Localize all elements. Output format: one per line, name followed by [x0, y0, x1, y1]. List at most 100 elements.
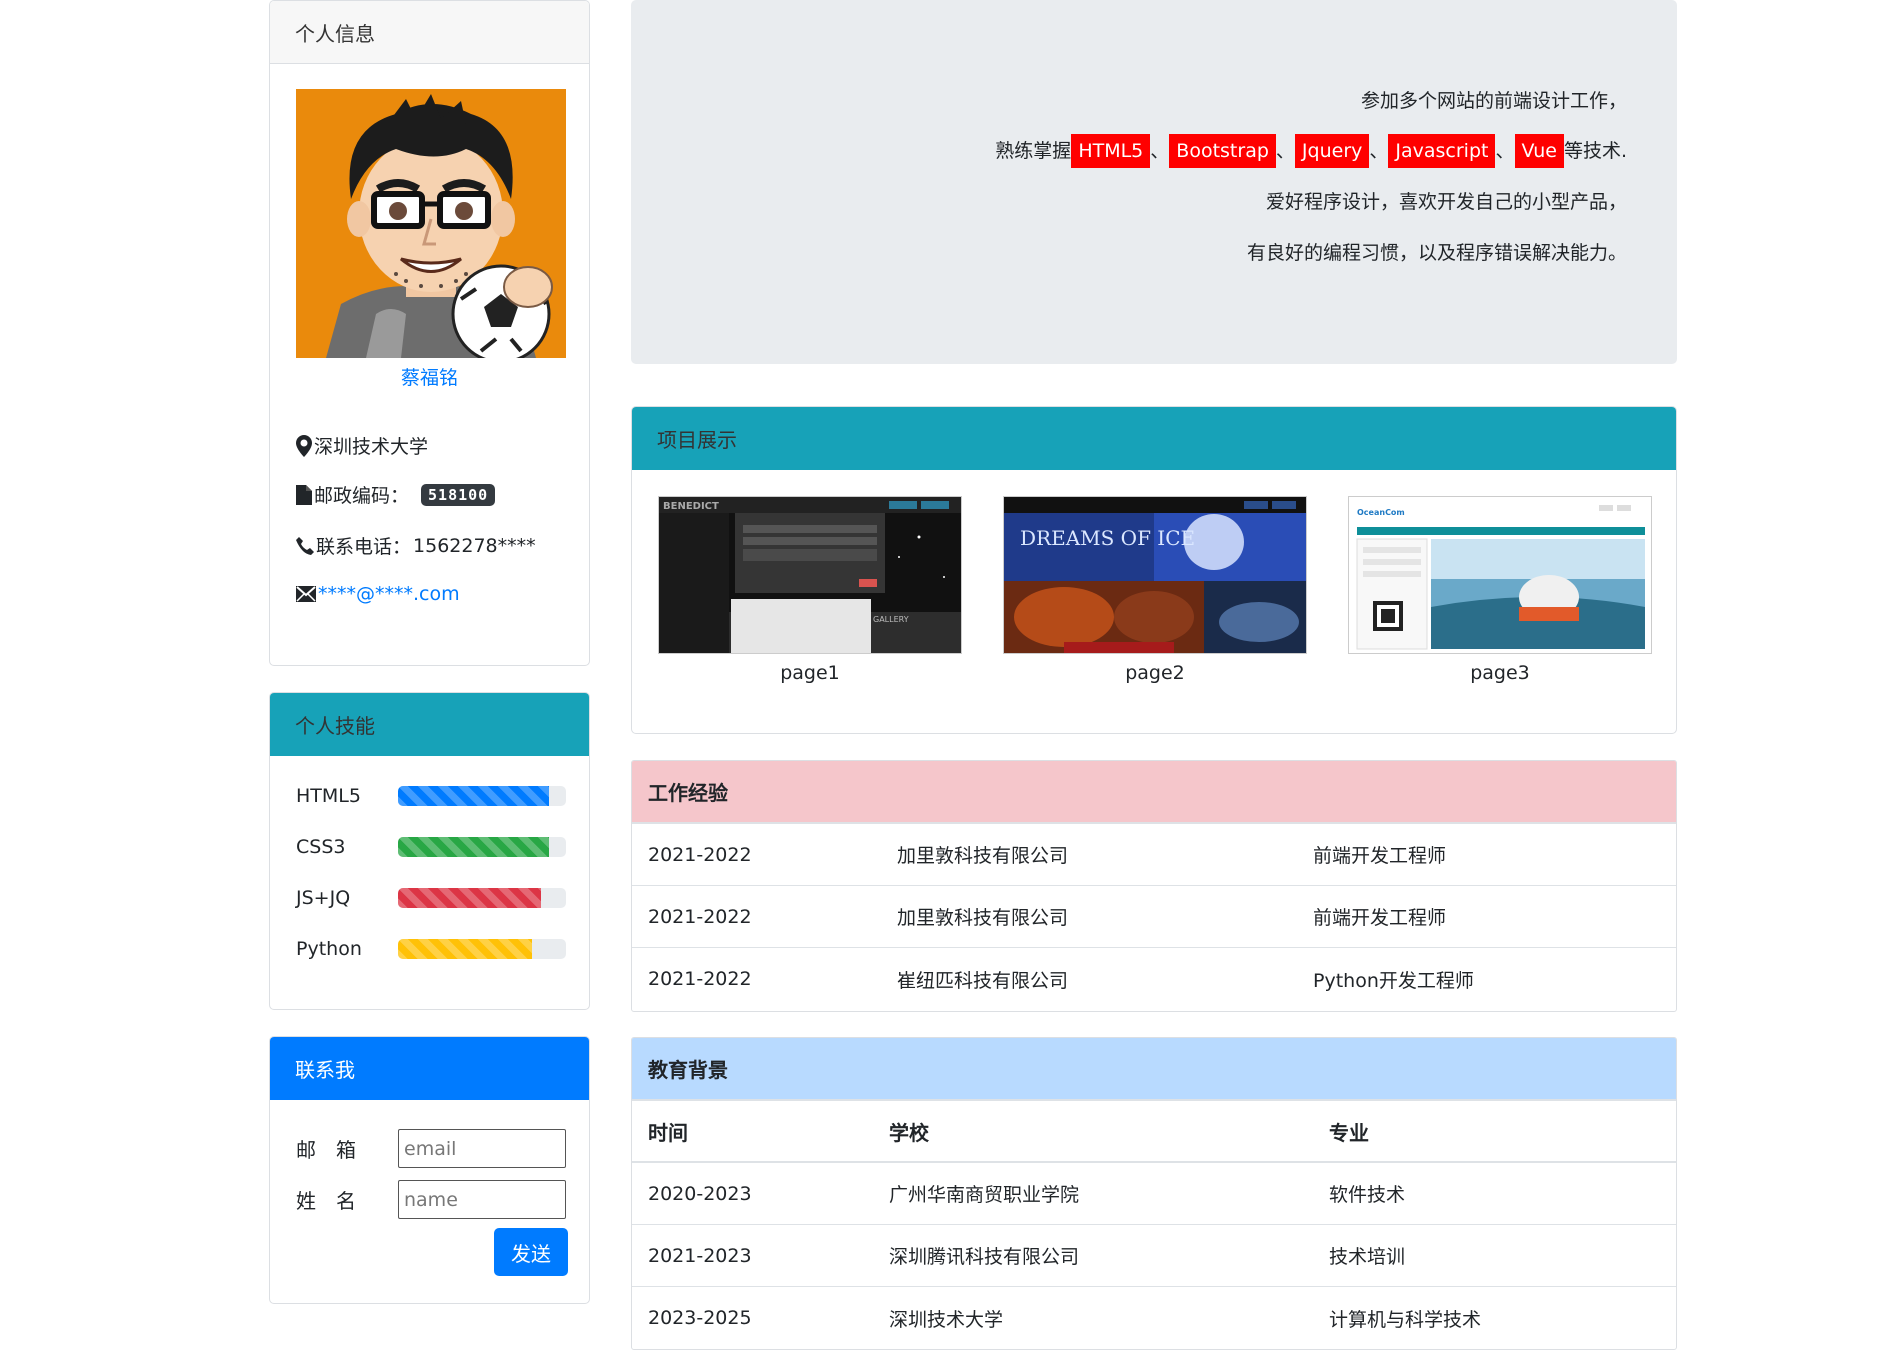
skill-row: CSS3	[296, 832, 566, 862]
edu-major: 计算机与科学技术	[1329, 1308, 1482, 1331]
table-row: 2021-2022 崔纽匹科技有限公司 Python开发工程师	[632, 948, 1676, 1010]
table-header-row: 时间 学校 专业	[632, 1101, 1676, 1163]
school-text: 深圳技术大学	[314, 436, 429, 458]
table-row: 2021-2022 加里敦科技有限公司 前端开发工程师	[632, 886, 1676, 948]
email-input[interactable]	[398, 1129, 566, 1168]
work-company: 崔纽匹科技有限公司	[897, 969, 1069, 992]
project-caption: page3	[1470, 662, 1530, 684]
file-icon	[296, 484, 312, 505]
skill-progress	[398, 786, 566, 806]
table-row: 2021-2023 深圳腾讯科技有限公司 技术培训	[632, 1225, 1676, 1287]
skill-row: JS+JQ	[296, 883, 566, 913]
skill-row: HTML5	[296, 781, 566, 811]
project-item-page3[interactable]: OceanCom page3	[1348, 496, 1652, 684]
project-item-page1[interactable]: BENEDICT GALLERY page1	[658, 496, 962, 684]
school-row: 深圳技术大学	[296, 432, 428, 459]
work-period: 2021-2022	[648, 843, 752, 866]
skill-progress	[398, 939, 566, 959]
profile-name-link[interactable]: 蔡福铭	[270, 363, 589, 390]
education-title: 教育背景	[632, 1038, 1676, 1101]
phone-icon	[296, 536, 314, 555]
skill-row: Python	[296, 934, 566, 964]
avatar	[296, 89, 566, 358]
work-experience-title: 工作经验	[632, 761, 1676, 824]
edu-school: 深圳腾讯科技有限公司	[889, 1246, 1080, 1268]
table-row: 2023-2025 深圳技术大学 计算机与科学技术	[632, 1287, 1676, 1349]
project-logo-text: BENEDICT	[663, 501, 719, 512]
intro-skills-suffix: 等技术.	[1563, 140, 1627, 162]
project-caption: page2	[1125, 662, 1185, 684]
phone-row: 联系电话： 1562278****	[296, 532, 536, 559]
profile-card: 个人信息 蔡福铭 深圳技术大学 邮政编码： 518100 联系电话： 15622…	[269, 0, 590, 666]
project-screenshot-page1: BENEDICT GALLERY	[659, 497, 961, 653]
intro-line-4: 有良好的编程习惯，以及程序错误解决能力。	[1246, 242, 1627, 264]
tech-separator: 、	[1369, 140, 1389, 162]
intro-line-1: 参加多个网站的前端设计工作，	[1360, 90, 1627, 112]
skill-label: CSS3	[296, 836, 346, 858]
tech-tag: Jquery	[1294, 134, 1370, 168]
project-thumbnail[interactable]: DREAMS OF ICE	[1003, 496, 1307, 654]
work-experience-table: 工作经验 2021-2022 加里敦科技有限公司 前端开发工程师 2021-20…	[631, 760, 1677, 1012]
name-input[interactable]	[398, 1180, 566, 1219]
project-screenshot-page3: OceanCom	[1349, 497, 1651, 653]
project-thumbnail[interactable]: BENEDICT GALLERY	[658, 496, 962, 654]
send-button[interactable]: 发送	[494, 1228, 568, 1276]
contact-card-header: 联系我	[270, 1037, 589, 1100]
postcode-badge: 518100	[421, 483, 496, 506]
skills-card: 个人技能 HTML5 CSS3 JS+JQ Python	[269, 692, 590, 1010]
envelope-icon	[296, 586, 316, 602]
tech-separator: 、	[1495, 140, 1515, 162]
tech-separator: 、	[1275, 140, 1295, 162]
skills-card-header: 个人技能	[270, 693, 589, 756]
email-label: 邮箱	[296, 1138, 376, 1162]
projects-card: 项目展示 BENEDICT GALLERY page1 DREAMS OF IC…	[631, 406, 1677, 734]
name-form-row: 姓名	[296, 1180, 566, 1219]
work-period: 2021-2022	[648, 905, 752, 928]
profile-card-header: 个人信息	[270, 1, 589, 64]
project-caption: page1	[780, 662, 840, 684]
skill-label: JS+JQ	[296, 887, 351, 909]
tech-tag: Bootstrap	[1169, 134, 1276, 168]
edu-period: 2020-2023	[648, 1182, 752, 1205]
email-form-row: 邮箱	[296, 1129, 566, 1168]
project-gallery-text: GALLERY	[873, 615, 909, 624]
projects-card-header: 项目展示	[632, 407, 1676, 470]
name-label: 姓名	[296, 1189, 376, 1213]
edu-major: 软件技术	[1329, 1184, 1406, 1206]
work-position: 前端开发工程师	[1313, 907, 1447, 929]
skill-progress-bar	[398, 939, 533, 959]
postcode-row: 邮政编码： 518100	[296, 481, 496, 508]
edu-period: 2023-2025	[648, 1307, 752, 1329]
tech-tag: HTML5	[1071, 134, 1151, 168]
column-header-time: 时间	[648, 1120, 688, 1145]
edu-school: 广州华南商贸职业学院	[889, 1184, 1080, 1206]
project-screenshot-page2: DREAMS OF ICE	[1004, 497, 1306, 653]
work-position: Python开发工程师	[1313, 969, 1474, 992]
work-company: 加里敦科技有限公司	[897, 907, 1069, 929]
work-period: 2021-2022	[648, 968, 752, 990]
edu-period: 2021-2023	[648, 1244, 752, 1267]
project-item-page2[interactable]: DREAMS OF ICE page2	[1003, 496, 1307, 684]
skill-progress-bar	[398, 837, 550, 857]
table-row: 2021-2022 加里敦科技有限公司 前端开发工程师	[632, 824, 1676, 886]
email-row: ****@****.com	[296, 583, 460, 605]
intro-line-2: 熟练掌握 HTML5、 Bootstrap、 Jquery、 Javascript、 Vu…	[995, 134, 1627, 168]
project-thumbnail[interactable]: OceanCom	[1348, 496, 1652, 654]
work-company: 加里敦科技有限公司	[897, 845, 1069, 867]
tech-tag: Javascript	[1388, 134, 1496, 168]
intro-line-3: 爱好程序设计，喜欢开发自己的小型产品，	[1265, 191, 1627, 213]
tech-tag: Vue	[1514, 134, 1564, 168]
skill-progress	[398, 888, 566, 908]
postcode-label: 邮政编码：	[314, 485, 410, 507]
column-header-major: 专业	[1329, 1120, 1369, 1145]
skill-progress	[398, 837, 566, 857]
skill-progress-bar	[398, 888, 541, 908]
education-table: 教育背景 时间 学校 专业 2020-2023 广州华南商贸职业学院 软件技术 …	[631, 1037, 1677, 1350]
skill-progress-bar	[398, 786, 550, 806]
table-row: 2020-2023 广州华南商贸职业学院 软件技术	[632, 1163, 1676, 1225]
email-link[interactable]: ****@****.com	[318, 583, 460, 605]
project-logo-text: OceanCom	[1357, 508, 1405, 517]
intro-skills-prefix: 熟练掌握	[995, 140, 1072, 162]
phone-label: 联系电话：	[316, 536, 412, 558]
edu-school: 深圳技术大学	[889, 1308, 1004, 1331]
